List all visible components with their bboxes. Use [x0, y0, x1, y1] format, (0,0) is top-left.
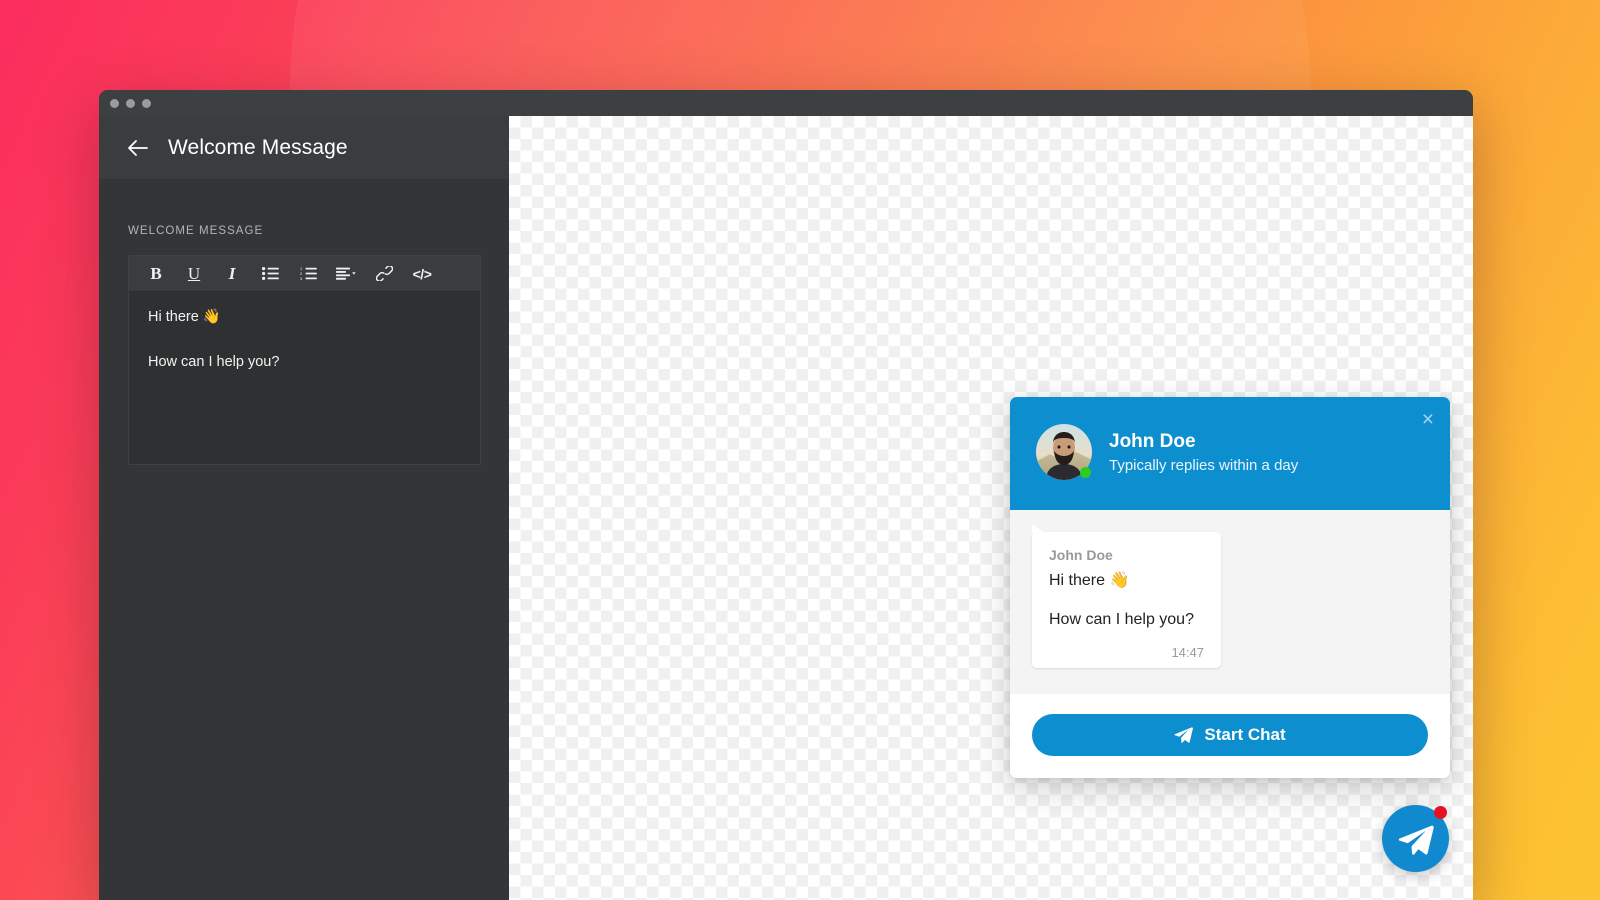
notification-badge [1434, 806, 1447, 819]
svg-text:3: 3 [300, 277, 302, 280]
window-minimize-dot[interactable] [126, 98, 135, 108]
align-dropdown-button[interactable] [327, 259, 365, 289]
start-chat-button[interactable]: Start Chat [1032, 713, 1428, 756]
editor-line: Hi there 👋 [148, 309, 221, 325]
agent-status: Typically replies within a day [1109, 457, 1299, 475]
svg-text:1: 1 [300, 267, 302, 271]
chat-widget-header: × John Doe Typically replies within a da… [1010, 397, 1450, 510]
close-icon[interactable]: × [1422, 409, 1434, 430]
italic-button[interactable]: I [213, 259, 251, 289]
arrow-left-icon[interactable] [127, 137, 149, 159]
chat-launcher-button[interactable] [1382, 805, 1449, 872]
panel-content: WELCOME MESSAGE B U I 1 2 3 </> Hi there… [99, 179, 509, 465]
bullet-list-button[interactable] [251, 259, 289, 289]
bold-button[interactable]: B [137, 259, 175, 289]
window-titlebar [99, 90, 1473, 116]
window-body: Welcome Message WELCOME MESSAGE B U I 1 … [99, 116, 1473, 900]
chat-widget-footer: Start Chat [1010, 693, 1450, 778]
svg-text:2: 2 [300, 272, 302, 276]
message-sender-name: John Doe [1049, 547, 1113, 563]
paper-plane-icon [1174, 726, 1194, 743]
avatar [1036, 424, 1092, 480]
start-chat-label: Start Chat [1204, 724, 1286, 744]
editor-toolbar: B U I 1 2 3 </> [129, 256, 480, 292]
window-close-dot[interactable] [110, 98, 119, 108]
page-title: Welcome Message [168, 135, 348, 159]
link-icon[interactable] [365, 259, 403, 289]
window-maximize-dot[interactable] [142, 98, 151, 108]
chat-widget: × John Doe Typically replies within a da… [1010, 397, 1450, 778]
message-line: Hi there 👋 [1049, 572, 1130, 589]
settings-panel: Welcome Message WELCOME MESSAGE B U I 1 … [99, 116, 509, 900]
rich-text-editor: B U I 1 2 3 </> Hi there 👋 How can I hel… [128, 255, 481, 465]
online-status-indicator [1080, 467, 1091, 478]
welcome-message-field-label: WELCOME MESSAGE [128, 225, 264, 237]
chat-message-bubble: John Doe Hi there 👋 How can I help you? … [1032, 524, 1221, 668]
underline-button[interactable]: U [175, 259, 213, 289]
editor-line: How can I help you? [148, 353, 280, 370]
message-line: How can I help you? [1049, 610, 1194, 628]
panel-header: Welcome Message [99, 116, 509, 179]
code-button[interactable]: </> [403, 259, 441, 289]
editor-text-area[interactable]: Hi there 👋 How can I help you? [129, 292, 480, 464]
message-timestamp: 14:47 [1171, 644, 1204, 660]
paper-plane-icon [1398, 823, 1434, 855]
chat-message-list: John Doe Hi there 👋 How can I help you? … [1010, 510, 1450, 694]
preview-canvas: × John Doe Typically replies within a da… [509, 116, 1473, 900]
app-window: Welcome Message WELCOME MESSAGE B U I 1 … [99, 90, 1473, 900]
agent-name: John Doe [1109, 430, 1196, 452]
numbered-list-button[interactable]: 1 2 3 [289, 259, 327, 289]
agent-info: John Doe Typically replies within a day [1109, 430, 1298, 475]
